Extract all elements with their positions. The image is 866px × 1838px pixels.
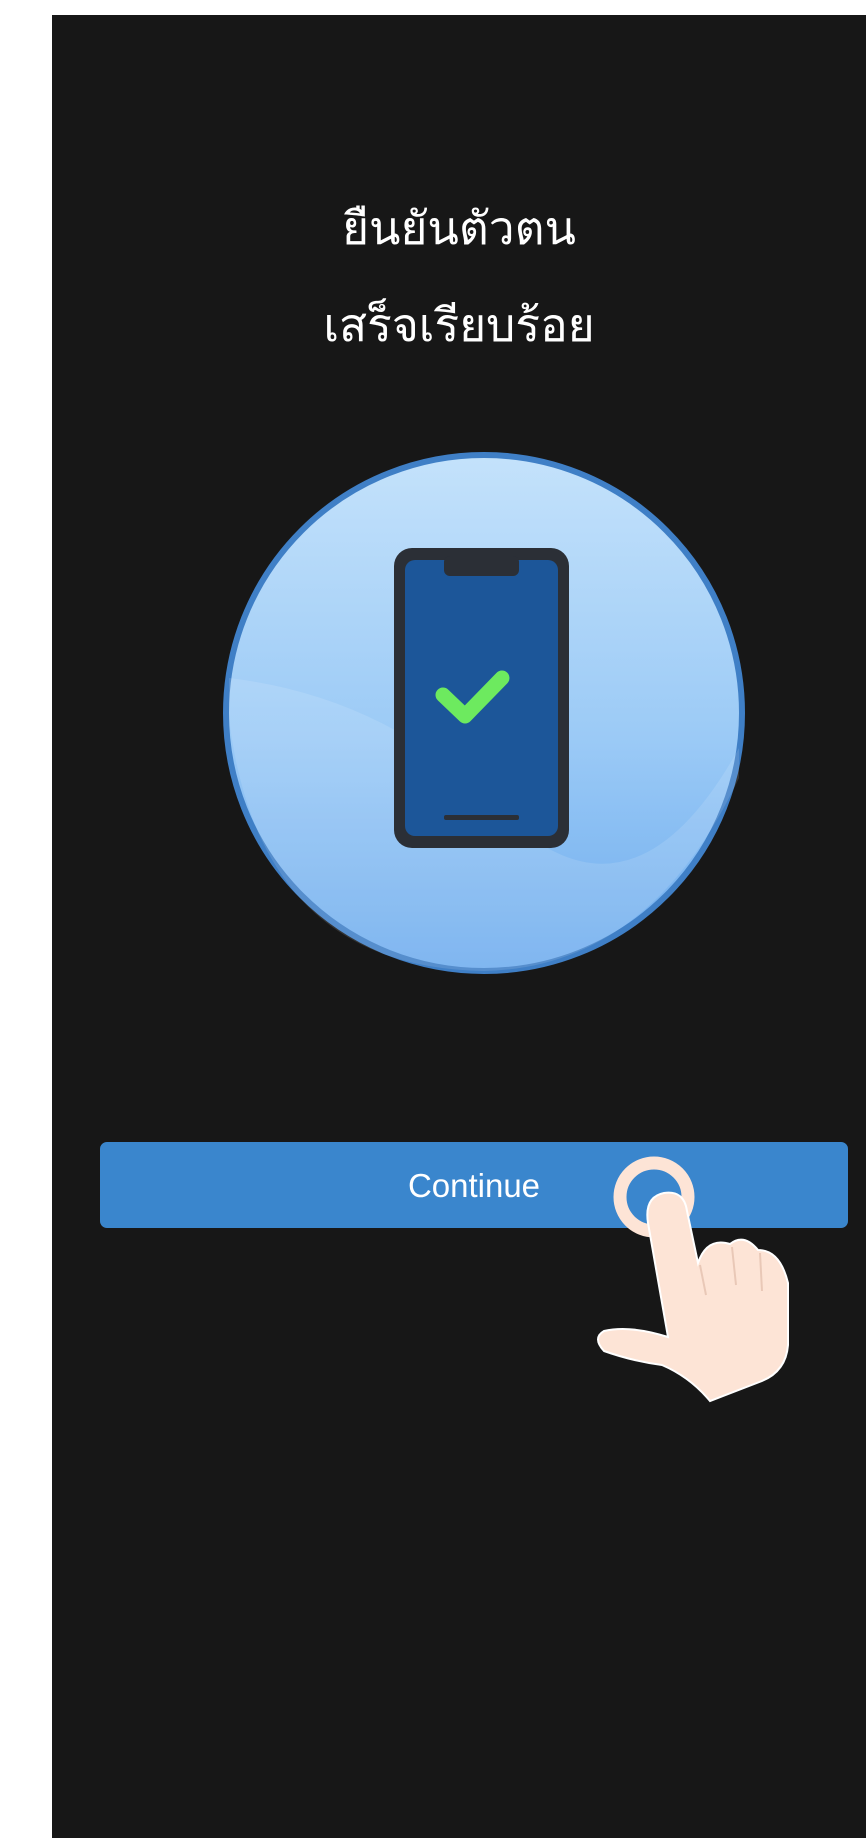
tap-hand-icon bbox=[597, 1156, 789, 1403]
page-title-line-1: ยืนยันตัวตน bbox=[342, 201, 576, 255]
verification-success-screen: ยืนยันตัวตน เสร็จเรียบร้อย Continue bbox=[52, 15, 866, 1838]
page-title-line-2: เสร็จเรียบร้อย bbox=[323, 298, 595, 352]
phone-verified-icon bbox=[223, 452, 745, 974]
phone-notch bbox=[444, 556, 519, 576]
phone-home-bar bbox=[444, 815, 519, 820]
